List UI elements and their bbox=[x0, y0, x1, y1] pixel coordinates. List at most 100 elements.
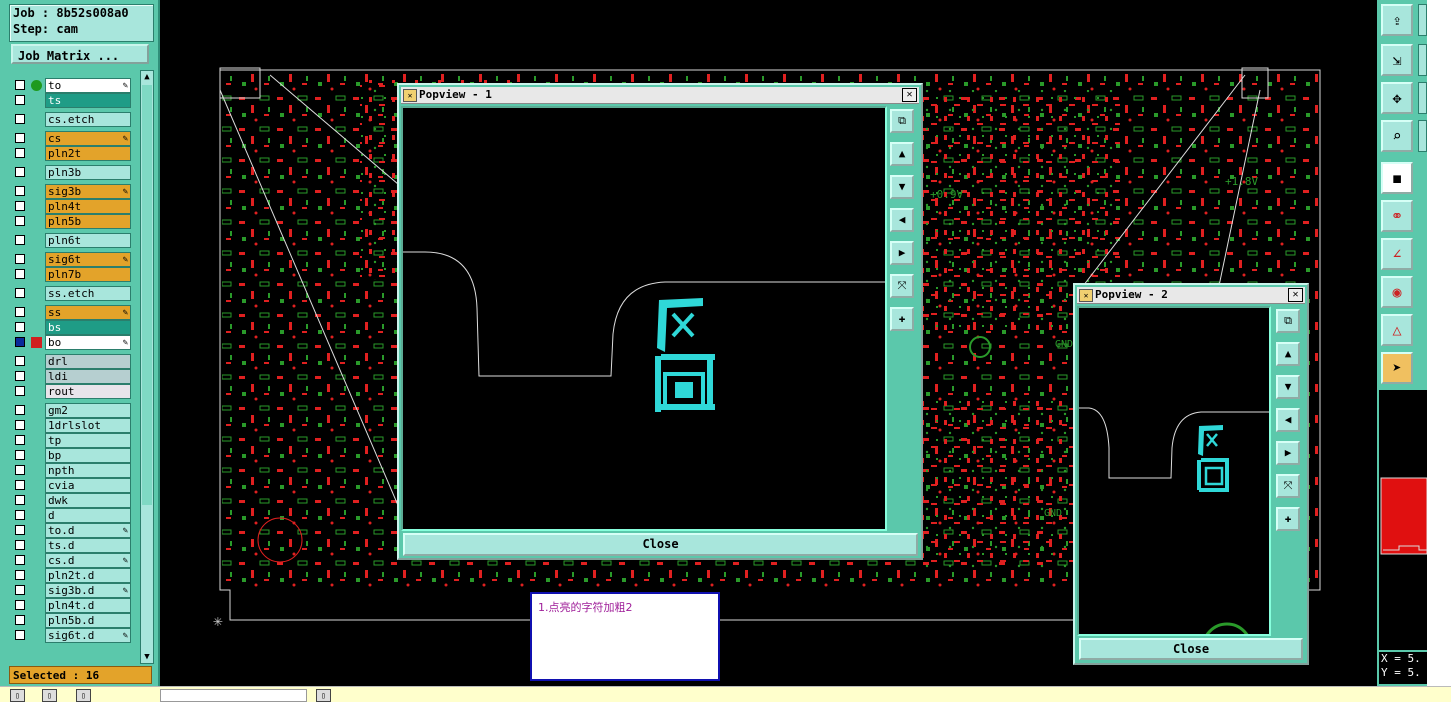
layer-name[interactable]: to ✎ bbox=[45, 78, 131, 93]
layer-checkbox[interactable] bbox=[15, 585, 25, 595]
pan-up-icon[interactable]: ▲ bbox=[890, 142, 914, 166]
layer-row[interactable]: pln7b bbox=[9, 267, 139, 282]
layer-row[interactable]: to.d ✎ bbox=[9, 523, 139, 538]
layer-checkbox[interactable] bbox=[15, 269, 25, 279]
zoom-in-icon[interactable]: ✚ bbox=[1276, 507, 1300, 531]
layer-row[interactable]: pln6t bbox=[9, 233, 139, 248]
close-icon[interactable]: ✕ bbox=[1288, 288, 1303, 302]
layer-name[interactable]: dwk bbox=[45, 493, 131, 508]
layer-row[interactable]: pln2t bbox=[9, 146, 139, 161]
status-input[interactable] bbox=[160, 689, 307, 702]
angle-icon[interactable]: ∠ bbox=[1381, 238, 1413, 270]
layer-row[interactable]: bo ✎ bbox=[9, 335, 139, 350]
status-button-4[interactable]: ▯ bbox=[316, 689, 331, 702]
layer-checkbox[interactable] bbox=[15, 465, 25, 475]
layer-row[interactable]: pln3b bbox=[9, 165, 139, 180]
layer-checkbox[interactable] bbox=[15, 322, 25, 332]
layer-row[interactable]: rout bbox=[9, 384, 139, 399]
layer-row[interactable]: cs.d ✎ bbox=[9, 553, 139, 568]
pointer-icon[interactable]: ➤ bbox=[1381, 352, 1413, 384]
layer-checkbox[interactable] bbox=[15, 80, 25, 90]
layer-name[interactable]: pln2t.d bbox=[45, 568, 131, 583]
layer-name[interactable]: sig3b.d ✎ bbox=[45, 583, 131, 598]
layer-row[interactable]: sig3b ✎ bbox=[9, 184, 139, 199]
layer-name[interactable]: 1drlslot bbox=[45, 418, 131, 433]
layer-checkbox[interactable] bbox=[15, 450, 25, 460]
zoom-fit-icon[interactable]: ⧉ bbox=[890, 109, 914, 133]
layer-checkbox[interactable] bbox=[15, 235, 25, 245]
select-object-icon[interactable]: ◼ bbox=[1381, 162, 1413, 194]
layer-row[interactable]: ss ✎ bbox=[9, 305, 139, 320]
zoom-fit-icon[interactable]: ⧉ bbox=[1276, 309, 1300, 333]
popview-2-titlebar[interactable]: ✕ Popview - 2 ✕ bbox=[1077, 287, 1305, 304]
layer-row[interactable]: gm2 bbox=[9, 403, 139, 418]
layer-checkbox[interactable] bbox=[15, 600, 25, 610]
layer-row[interactable]: drl bbox=[9, 354, 139, 369]
scroll-thumb[interactable] bbox=[142, 85, 152, 505]
layer-checkbox[interactable] bbox=[15, 356, 25, 366]
layer-name[interactable]: cs.d ✎ bbox=[45, 553, 131, 568]
layer-checkbox[interactable] bbox=[15, 288, 25, 298]
layer-name[interactable]: d bbox=[45, 508, 131, 523]
measure-icon[interactable]: ⌕ bbox=[1381, 120, 1413, 152]
layer-checkbox[interactable] bbox=[15, 495, 25, 505]
layer-row[interactable]: pln2t.d bbox=[9, 568, 139, 583]
layer-checkbox[interactable] bbox=[15, 148, 25, 158]
layer-checkbox[interactable] bbox=[15, 540, 25, 550]
layer-row[interactable]: ldi bbox=[9, 369, 139, 384]
layer-checkbox[interactable] bbox=[15, 420, 25, 430]
snap-icon[interactable]: ◉ bbox=[1381, 276, 1413, 308]
layer-name[interactable]: sig3b ✎ bbox=[45, 184, 131, 199]
layer-name[interactable]: ldi bbox=[45, 369, 131, 384]
layer-name[interactable]: sig6t.d ✎ bbox=[45, 628, 131, 643]
net-icon[interactable]: ⚭ bbox=[1381, 200, 1413, 232]
layer-checkbox[interactable] bbox=[15, 337, 25, 347]
popview-1-window[interactable]: ✕ Popview - 1 ✕ ⧉ ▲ ▼ ◀ ▶ ⤧ ✚ Close bbox=[397, 83, 923, 560]
layer-row[interactable]: ss.etch bbox=[9, 286, 139, 301]
layer-name[interactable]: cs ✎ bbox=[45, 131, 131, 146]
layer-name[interactable]: pln4t bbox=[45, 199, 131, 214]
layer-name[interactable]: ts.d bbox=[45, 538, 131, 553]
layer-row[interactable]: sig6t.d ✎ bbox=[9, 628, 139, 643]
layer-name[interactable]: bp bbox=[45, 448, 131, 463]
popview-2-view[interactable] bbox=[1077, 306, 1271, 674]
layer-row[interactable]: cs ✎ bbox=[9, 131, 139, 146]
layer-checkbox[interactable] bbox=[15, 371, 25, 381]
layer-list-scrollbar[interactable]: ▲ ▼ bbox=[140, 70, 154, 664]
close-icon[interactable]: ✕ bbox=[902, 88, 917, 102]
layer-name[interactable]: npth bbox=[45, 463, 131, 478]
layer-row[interactable]: to ✎ bbox=[9, 78, 139, 93]
layer-checkbox[interactable] bbox=[15, 133, 25, 143]
layer-name[interactable]: drl bbox=[45, 354, 131, 369]
layer-name[interactable]: tp bbox=[45, 433, 131, 448]
pan-left-icon[interactable]: ◀ bbox=[1276, 408, 1300, 432]
layer-row[interactable]: npth bbox=[9, 463, 139, 478]
popview-2-close-button[interactable]: Close bbox=[1079, 638, 1303, 660]
import-icon[interactable]: ⇲ bbox=[1381, 44, 1413, 76]
layer-row[interactable]: pln4t.d bbox=[9, 598, 139, 613]
layer-row[interactable]: pln5b bbox=[9, 214, 139, 229]
zoom-out-icon[interactable]: ⤧ bbox=[890, 274, 914, 298]
layer-name[interactable]: rout bbox=[45, 384, 131, 399]
layer-row[interactable]: pln4t bbox=[9, 199, 139, 214]
layer-checkbox[interactable] bbox=[15, 615, 25, 625]
layer-row[interactable]: ts.d bbox=[9, 538, 139, 553]
status-button-2[interactable]: ▯ bbox=[42, 689, 57, 702]
layer-name[interactable]: ss ✎ bbox=[45, 305, 131, 320]
layer-row[interactable]: d bbox=[9, 508, 139, 523]
pan-down-icon[interactable]: ▼ bbox=[1276, 375, 1300, 399]
layer-name[interactable]: sig6t ✎ bbox=[45, 252, 131, 267]
layer-checkbox[interactable] bbox=[15, 254, 25, 264]
layer-name[interactable]: pln4t.d bbox=[45, 598, 131, 613]
layer-name[interactable]: bo ✎ bbox=[45, 335, 131, 350]
layer-row[interactable]: pln5b.d bbox=[9, 613, 139, 628]
export-icon[interactable]: ⇪ bbox=[1381, 4, 1413, 36]
layer-checkbox[interactable] bbox=[15, 480, 25, 490]
layer-checkbox[interactable] bbox=[15, 386, 25, 396]
layer-name[interactable]: pln6t bbox=[45, 233, 131, 248]
zoom-out-icon[interactable]: ⤧ bbox=[1276, 474, 1300, 498]
layer-checkbox[interactable] bbox=[15, 167, 25, 177]
layer-checkbox[interactable] bbox=[15, 95, 25, 105]
layer-name[interactable]: gm2 bbox=[45, 403, 131, 418]
layer-checkbox[interactable] bbox=[15, 216, 25, 226]
